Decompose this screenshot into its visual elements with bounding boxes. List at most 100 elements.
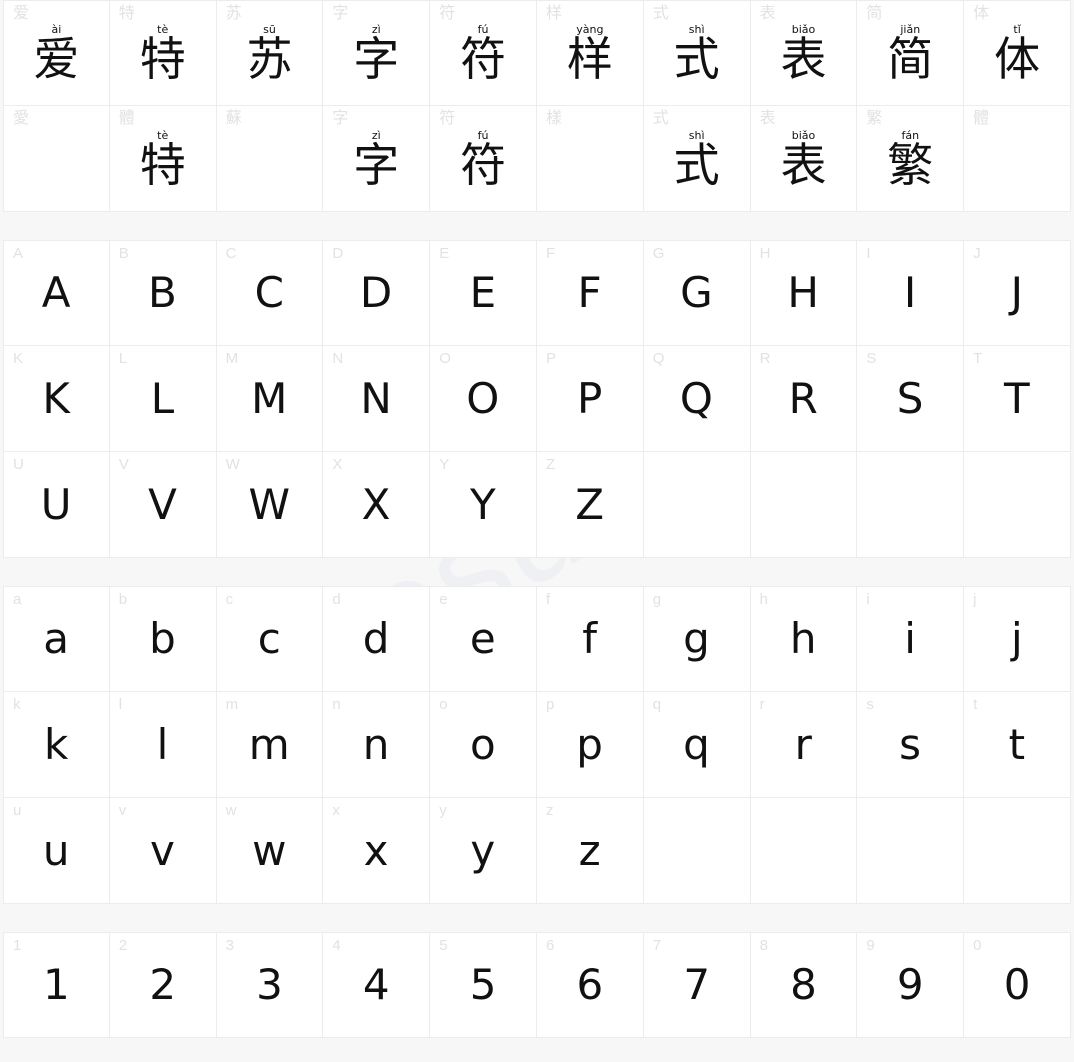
glyph-cell[interactable]: KK (3, 346, 110, 452)
glyph-cell[interactable]: BB (109, 240, 217, 346)
glyph-cell[interactable]: 44 (323, 932, 431, 1038)
glyph-stack: y (430, 798, 536, 903)
glyph-sample: 样 (566, 32, 613, 86)
glyph-stack: 7 (644, 933, 750, 1037)
glyph-cell[interactable]: QQ (643, 346, 751, 452)
glyph-cell[interactable]: 苏 sū 苏 (216, 0, 324, 106)
glyph-cell[interactable]: mm (216, 692, 324, 798)
glyph-cell[interactable]: 繁 fán 繁 (857, 106, 965, 212)
glyph-cell[interactable]: ss (857, 692, 965, 798)
glyph-cell[interactable]: aa (3, 586, 110, 692)
glyph-cell[interactable]: ww (216, 798, 324, 904)
glyph-stack: 3 (217, 933, 323, 1037)
glyph-cell[interactable]: OO (430, 346, 537, 452)
glyph-cell[interactable]: HH (750, 240, 858, 346)
glyph-cell[interactable]: cc (216, 586, 324, 692)
glyph-cell[interactable]: jj (964, 586, 1071, 692)
glyph-cell[interactable]: ll (109, 692, 217, 798)
glyph-cell[interactable]: 22 (109, 932, 217, 1038)
glyph-cell[interactable]: 55 (430, 932, 537, 1038)
glyph-stack: R (751, 346, 857, 451)
glyph-cell[interactable]: NN (323, 346, 431, 452)
glyph-cell[interactable]: II (857, 240, 965, 346)
glyph-cell[interactable]: uu (3, 798, 110, 904)
glyph-cell[interactable]: 11 (3, 932, 110, 1038)
glyph-cell[interactable]: YY (430, 452, 537, 558)
glyph-cell[interactable]: 88 (750, 932, 858, 1038)
glyph-stack: T (964, 346, 1070, 451)
glyph-cell[interactable]: DD (323, 240, 431, 346)
glyph-cell[interactable]: UU (3, 452, 110, 558)
glyph-cell[interactable]: bb (109, 586, 217, 692)
glyph-cell[interactable]: CC (216, 240, 324, 346)
glyph-cell[interactable]: 蘇 (216, 106, 324, 212)
glyph-cell[interactable]: 77 (643, 932, 751, 1038)
glyph-cell[interactable]: 體 tè 特 (109, 106, 217, 212)
glyph-cell[interactable]: vv (109, 798, 217, 904)
glyph-cell[interactable]: nn (323, 692, 431, 798)
glyph-cell[interactable]: 特 tè 特 (109, 0, 217, 106)
glyph-cell[interactable]: FF (536, 240, 644, 346)
glyph-stack: 5 (430, 933, 536, 1037)
glyph-cell[interactable]: 樣 (536, 106, 644, 212)
glyph-cell[interactable]: ZZ (536, 452, 644, 558)
glyph-cell[interactable]: qq (643, 692, 751, 798)
glyph-sample: O (466, 373, 500, 423)
glyph-cell[interactable]: WW (216, 452, 324, 558)
glyph-sample: 5 (469, 960, 497, 1009)
glyph-cell[interactable]: 体 tǐ 体 (964, 0, 1071, 106)
glyph-cell[interactable]: hh (750, 586, 858, 692)
glyph-cell[interactable]: kk (3, 692, 110, 798)
glyph-cell[interactable]: PP (536, 346, 644, 452)
glyph-cell[interactable]: 符 fú 符 (430, 0, 537, 106)
glyph-cell[interactable]: 愛 (3, 106, 110, 212)
glyph-cell[interactable]: VV (109, 452, 217, 558)
glyph-cell[interactable]: XX (323, 452, 431, 558)
glyph-cell[interactable]: 體 (964, 106, 1071, 212)
glyph-cell[interactable]: 符 fú 符 (430, 106, 537, 212)
glyph-cell[interactable]: 表 biǎo 表 (750, 0, 858, 106)
glyph-cell[interactable]: EE (430, 240, 537, 346)
glyph-cell[interactable]: RR (750, 346, 858, 452)
glyph-sample: T (1003, 373, 1031, 423)
glyph-cell[interactable]: 66 (536, 932, 644, 1038)
glyph-stack: Z (537, 452, 643, 557)
glyph-cell[interactable]: AA (3, 240, 110, 346)
glyph-cell-empty (857, 798, 965, 904)
glyph-cell[interactable]: 样 yàng 样 (536, 0, 644, 106)
glyph-cell[interactable]: rr (750, 692, 858, 798)
glyph-stack: i (857, 587, 963, 691)
glyph-cell[interactable]: 式 shì 式 (643, 0, 751, 106)
glyph-cell[interactable]: 表 biǎo 表 (750, 106, 858, 212)
glyph-cell[interactable]: oo (430, 692, 537, 798)
section-digits: 11223344556677889900 (0, 932, 1074, 1038)
glyph-cell[interactable]: 式 shì 式 (643, 106, 751, 212)
glyph-cell[interactable]: tt (964, 692, 1071, 798)
glyph-cell[interactable]: xx (323, 798, 431, 904)
glyph-sample: 符 (460, 137, 507, 192)
glyph-cell[interactable]: ff (536, 586, 644, 692)
glyph-cell[interactable]: 99 (857, 932, 965, 1038)
glyph-cell[interactable]: ii (857, 586, 965, 692)
glyph-sample: 7 (683, 960, 711, 1009)
glyph-cell[interactable]: MM (216, 346, 324, 452)
glyph-cell[interactable]: 33 (216, 932, 324, 1038)
glyph-stack: 9 (857, 933, 963, 1037)
glyph-cell[interactable]: JJ (964, 240, 1071, 346)
glyph-cell[interactable]: yy (430, 798, 537, 904)
glyph-cell[interactable]: LL (109, 346, 217, 452)
glyph-cell[interactable]: 00 (964, 932, 1071, 1038)
glyph-cell[interactable]: ee (430, 586, 537, 692)
glyph-sample: R (788, 373, 819, 423)
glyph-cell[interactable]: TT (964, 346, 1071, 452)
glyph-cell[interactable]: 爱 ài 爱 (3, 0, 110, 106)
glyph-cell[interactable]: 字 zì 字 (323, 0, 431, 106)
glyph-cell[interactable]: dd (323, 586, 431, 692)
glyph-cell[interactable]: 简 jiǎn 简 (857, 0, 965, 106)
glyph-cell[interactable]: 字 zì 字 (323, 106, 431, 212)
glyph-cell[interactable]: gg (643, 586, 751, 692)
glyph-cell[interactable]: GG (643, 240, 751, 346)
glyph-cell[interactable]: pp (536, 692, 644, 798)
glyph-cell[interactable]: zz (536, 798, 644, 904)
glyph-cell[interactable]: SS (857, 346, 965, 452)
